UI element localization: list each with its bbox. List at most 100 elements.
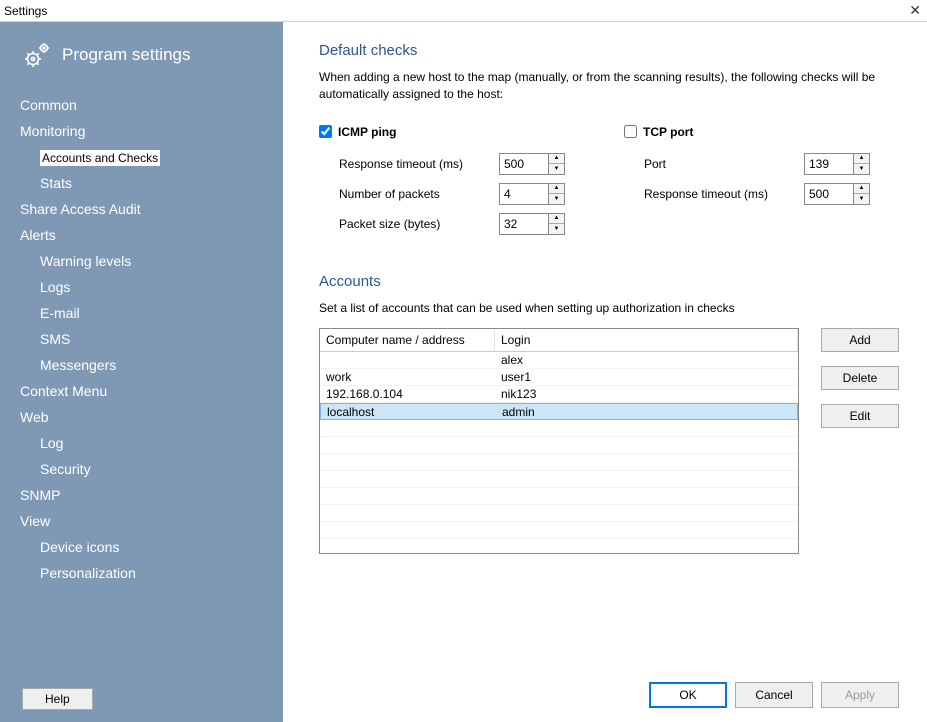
table-header: Computer name / address Login <box>320 329 798 352</box>
spinner-down-icon[interactable]: ▼ <box>854 194 869 204</box>
sidebar-header: Program settings <box>0 22 283 92</box>
table-row[interactable]: 192.168.0.104nik123 <box>320 386 798 403</box>
tcp-timeout-spinner[interactable]: ▲▼ <box>804 183 870 205</box>
spinner-down-icon[interactable]: ▼ <box>549 224 564 234</box>
table-body: alexworkuser1192.168.0.104nik123localhos… <box>320 352 798 556</box>
close-icon[interactable]: ✕ <box>909 2 921 19</box>
nav-item-alerts[interactable]: Alerts <box>0 222 283 248</box>
nav-item-sms[interactable]: SMS <box>0 326 283 352</box>
icmp-label: ICMP ping <box>338 125 396 139</box>
spinner-up-icon[interactable]: ▲ <box>549 184 564 195</box>
default-checks-desc: When adding a new host to the map (manua… <box>319 69 899 103</box>
icmp-checkbox[interactable] <box>319 125 332 138</box>
cell-login: user1 <box>495 370 798 384</box>
table-row[interactable]: localhostadmin <box>320 403 798 420</box>
nav-item-e-mail[interactable]: E-mail <box>0 300 283 326</box>
edit-button[interactable]: Edit <box>821 404 899 428</box>
cell-name: 192.168.0.104 <box>320 387 495 401</box>
tcp-timeout-row: Response timeout (ms) ▲▼ <box>624 183 899 205</box>
nav-item-device-icons[interactable]: Device icons <box>0 534 283 560</box>
tcp-port-spinner[interactable]: ▲▼ <box>804 153 870 175</box>
tcp-timeout-input[interactable] <box>805 184 853 204</box>
sidebar-title: Program settings <box>62 45 191 65</box>
nav-item-share-access-audit[interactable]: Share Access Audit <box>0 196 283 222</box>
nav-item-logs[interactable]: Logs <box>0 274 283 300</box>
th-login[interactable]: Login <box>495 329 798 351</box>
sidebar-footer: Help <box>0 676 283 722</box>
nav-item-security[interactable]: Security <box>0 456 283 482</box>
add-button[interactable]: Add <box>821 328 899 352</box>
cell-login: alex <box>495 353 798 367</box>
nav: CommonMonitoringAccounts and ChecksStats… <box>0 92 283 676</box>
cancel-button[interactable]: Cancel <box>735 682 813 708</box>
icmp-timeout-input[interactable] <box>500 154 548 174</box>
icmp-checkbox-label[interactable]: ICMP ping <box>319 125 594 139</box>
delete-button[interactable]: Delete <box>821 366 899 390</box>
nav-item-monitoring[interactable]: Monitoring <box>0 118 283 144</box>
tcp-port-input[interactable] <box>805 154 853 174</box>
spinner-up-icon[interactable]: ▲ <box>549 154 564 165</box>
nav-item-personalization[interactable]: Personalization <box>0 560 283 586</box>
table-row[interactable] <box>320 420 798 437</box>
cell-login: nik123 <box>495 387 798 401</box>
nav-item-accounts-and-checks[interactable]: Accounts and Checks <box>0 144 283 170</box>
window-title: Settings <box>4 4 47 18</box>
nav-item-messengers[interactable]: Messengers <box>0 352 283 378</box>
help-button[interactable]: Help <box>22 688 93 710</box>
icmp-timeout-spinner[interactable]: ▲▼ <box>499 153 565 175</box>
table-row[interactable] <box>320 522 798 539</box>
spinner-down-icon[interactable]: ▼ <box>854 164 869 174</box>
ok-button[interactable]: OK <box>649 682 727 708</box>
nav-item-context-menu[interactable]: Context Menu <box>0 378 283 404</box>
table-row[interactable] <box>320 505 798 522</box>
spinner-up-icon[interactable]: ▲ <box>854 184 869 195</box>
icmp-size-spinner[interactable]: ▲▼ <box>499 213 565 235</box>
table-row[interactable]: alex <box>320 352 798 369</box>
nav-item-stats[interactable]: Stats <box>0 170 283 196</box>
spinner-down-icon[interactable]: ▼ <box>549 194 564 204</box>
table-row[interactable] <box>320 454 798 471</box>
gears-icon <box>22 40 52 70</box>
accounts-area: Computer name / address Login alexworkus… <box>319 328 899 554</box>
accounts-section: Accounts Set a list of accounts that can… <box>319 273 899 555</box>
accounts-desc: Set a list of accounts that can be used … <box>319 300 899 317</box>
apply-button[interactable]: Apply <box>821 682 899 708</box>
tcp-checkbox-label[interactable]: TCP port <box>624 125 899 139</box>
checks-row: ICMP ping Response timeout (ms) ▲▼ Numbe… <box>319 125 899 243</box>
icmp-packets-input[interactable] <box>500 184 548 204</box>
nav-item-view[interactable]: View <box>0 508 283 534</box>
table-row[interactable] <box>320 471 798 488</box>
icmp-packets-spinner[interactable]: ▲▼ <box>499 183 565 205</box>
table-row[interactable] <box>320 539 798 556</box>
nav-item-snmp[interactable]: SNMP <box>0 482 283 508</box>
spinner-down-icon[interactable]: ▼ <box>549 164 564 174</box>
table-row[interactable] <box>320 488 798 505</box>
tcp-timeout-label: Response timeout (ms) <box>644 187 804 201</box>
table-row[interactable]: workuser1 <box>320 369 798 386</box>
icmp-size-label: Packet size (bytes) <box>339 217 499 231</box>
titlebar: Settings ✕ <box>0 0 927 22</box>
spinner-up-icon[interactable]: ▲ <box>549 214 564 225</box>
th-name[interactable]: Computer name / address <box>320 329 495 351</box>
body: Program settings CommonMonitoringAccount… <box>0 22 927 722</box>
nav-item-web[interactable]: Web <box>0 404 283 430</box>
tcp-port-row: Port ▲▼ <box>624 153 899 175</box>
accounts-table[interactable]: Computer name / address Login alexworkus… <box>319 328 799 554</box>
cell-name: work <box>320 370 495 384</box>
spinner-up-icon[interactable]: ▲ <box>854 154 869 165</box>
nav-item-warning-levels[interactable]: Warning levels <box>0 248 283 274</box>
table-row[interactable] <box>320 437 798 454</box>
default-checks-title: Default checks <box>319 42 899 59</box>
tcp-checkbox[interactable] <box>624 125 637 138</box>
icmp-size-row: Packet size (bytes) ▲▼ <box>319 213 594 235</box>
icmp-timeout-label: Response timeout (ms) <box>339 157 499 171</box>
footer: OK Cancel Apply <box>319 666 899 708</box>
nav-item-common[interactable]: Common <box>0 92 283 118</box>
icmp-packets-label: Number of packets <box>339 187 499 201</box>
icmp-column: ICMP ping Response timeout (ms) ▲▼ Numbe… <box>319 125 594 243</box>
icmp-size-input[interactable] <box>500 214 548 234</box>
main-panel: Default checks When adding a new host to… <box>283 22 927 722</box>
icmp-packets-row: Number of packets ▲▼ <box>319 183 594 205</box>
nav-item-log[interactable]: Log <box>0 430 283 456</box>
cell-login: admin <box>496 405 797 419</box>
